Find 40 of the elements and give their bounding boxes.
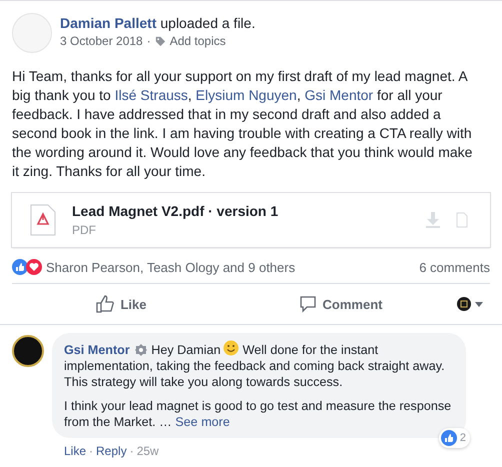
- tagged-person-link[interactable]: Elysium Nguyen: [196, 87, 297, 103]
- like-count: 2: [460, 432, 466, 444]
- file-type: PDF: [72, 223, 97, 237]
- reaction-names[interactable]: Sharon Pearson, Teash Ology and 9 others: [46, 260, 296, 274]
- post-action-text: uploaded a file.: [160, 15, 256, 31]
- comment-like-link[interactable]: Like: [64, 444, 86, 458]
- see-more-link[interactable]: See more: [175, 415, 230, 429]
- file-attachment[interactable]: Lead Magnet V2.pdf · version 1 PDF: [12, 193, 490, 247]
- page-avatar-icon: [457, 297, 471, 311]
- author-link[interactable]: Damian Pallett: [60, 15, 156, 31]
- comment-count[interactable]: 6 comments: [419, 260, 490, 274]
- separator-dot: ·: [89, 444, 94, 458]
- post-date[interactable]: 3 October 2018: [60, 34, 143, 48]
- caret-icon: [475, 302, 483, 306]
- separator-dot: ·: [146, 34, 151, 48]
- commenter-avatar[interactable]: [12, 335, 44, 367]
- add-topics-link[interactable]: Add topics: [170, 34, 226, 48]
- like-reaction-icon: [440, 430, 457, 446]
- post-text: Hi Team, thanks for all your support on my first draft of my lead magnet. A big thank you to Ilsé Strauss, Elysium Nguyen, Gsi Mentor for all your feedback. I have addressed that in my second draft and also added a second book in the link. I am having trouble with creating a CTA really with the wording around it. Would love any feedback that you think would make it zing. Thanks for all your time.: [12, 67, 474, 181]
- thumbs-up-icon: [96, 295, 114, 313]
- smiley-icon: [222, 340, 239, 356]
- heart-reaction-icon: [26, 259, 42, 275]
- tagged-person-link[interactable]: Gsi Mentor: [304, 87, 374, 103]
- document-icon[interactable]: [456, 212, 468, 228]
- download-icon[interactable]: [426, 212, 440, 228]
- speech-bubble-icon: [298, 295, 317, 313]
- commenter-name-link[interactable]: Gsi Mentor: [64, 343, 130, 357]
- badge-icon: [135, 344, 148, 356]
- comment-button[interactable]: Comment: [231, 288, 450, 320]
- comment-text: Gsi Mentor Hey Damian Well done for the instant implementation, taking the feedback and coming back straight away. This strategy will take you along towards success.: [64, 340, 454, 390]
- comment-text: I think your lead magnet is good to go test and measure the response from the Market. … See more: [64, 398, 452, 430]
- comment-reply-link[interactable]: Reply: [96, 444, 127, 458]
- pdf-file-icon: [30, 204, 56, 236]
- file-name[interactable]: Lead Magnet V2.pdf · version 1: [72, 203, 410, 219]
- tagged-person-link[interactable]: Ilsé Strauss: [114, 87, 188, 103]
- tag-icon: [154, 36, 166, 46]
- separator-dot: ·: [130, 444, 134, 458]
- like-reaction-icon: [12, 259, 28, 275]
- profile-avatar[interactable]: [12, 13, 52, 53]
- like-button[interactable]: Like: [12, 288, 231, 320]
